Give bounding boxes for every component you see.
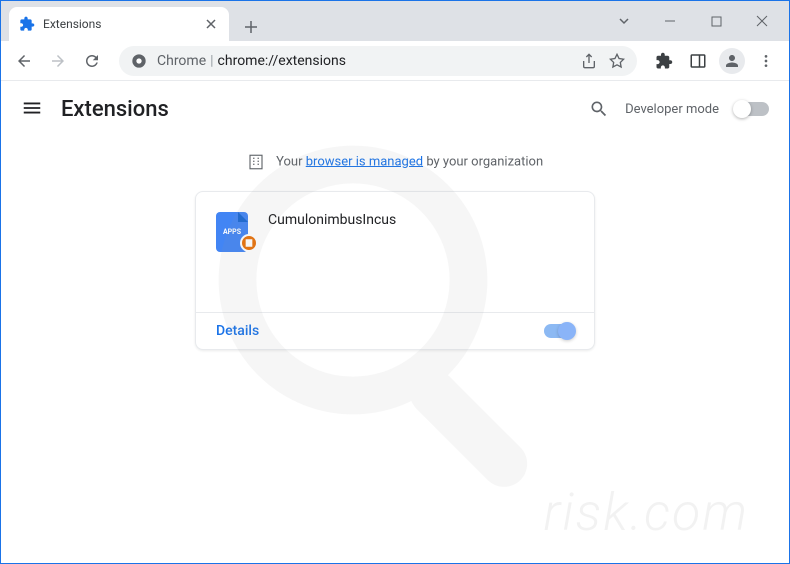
browser-tab[interactable]: Extensions (9, 7, 229, 41)
page-title: Extensions (61, 97, 169, 122)
back-button[interactable] (9, 46, 39, 76)
profile-avatar[interactable] (717, 46, 747, 76)
address-bar[interactable]: Chrome | chrome://extensions (119, 46, 637, 76)
extension-puzzle-icon (19, 16, 35, 32)
forward-button[interactable] (43, 46, 73, 76)
search-icon[interactable] (589, 99, 609, 119)
hamburger-menu-icon[interactable] (21, 97, 45, 121)
tab-title: Extensions (43, 17, 203, 31)
extensions-icon[interactable] (649, 46, 679, 76)
tabs-area: Extensions (1, 1, 601, 41)
browser-managed-link[interactable]: browser is managed (306, 154, 423, 169)
extension-card: APPS CumulonimbusIncus Details (195, 191, 595, 350)
sidepanel-icon[interactable] (683, 46, 713, 76)
new-tab-button[interactable] (237, 13, 265, 41)
managed-badge-icon (240, 234, 258, 252)
reload-button[interactable] (77, 46, 107, 76)
developer-mode-toggle[interactable] (735, 102, 769, 116)
share-icon[interactable] (581, 53, 597, 69)
extension-toggle[interactable] (544, 324, 574, 338)
window-controls (601, 1, 789, 41)
browser-toolbar: Chrome | chrome://extensions (1, 41, 789, 81)
extension-name: CumulonimbusIncus (268, 212, 396, 292)
details-button[interactable]: Details (216, 323, 259, 339)
extension-icon: APPS (216, 212, 252, 248)
tab-close-button[interactable] (203, 16, 219, 32)
managed-notice: Your browser is managed by your organiza… (1, 137, 789, 191)
bookmark-icon[interactable] (609, 53, 625, 69)
tab-dropdown-button[interactable] (601, 6, 647, 36)
building-icon (247, 153, 265, 171)
close-button[interactable] (739, 6, 785, 36)
minimize-button[interactable] (647, 6, 693, 36)
developer-mode-label: Developer mode (625, 102, 719, 117)
maximize-button[interactable] (693, 6, 739, 36)
extensions-header: Extensions Developer mode (1, 81, 789, 137)
chrome-icon (131, 53, 147, 69)
url-text: Chrome | chrome://extensions (157, 53, 346, 69)
titlebar: Extensions (1, 1, 789, 41)
menu-icon[interactable] (751, 46, 781, 76)
watermark-text: risk.com (543, 482, 749, 543)
page-content: risk.com Extensions Developer mode Your … (1, 81, 789, 563)
